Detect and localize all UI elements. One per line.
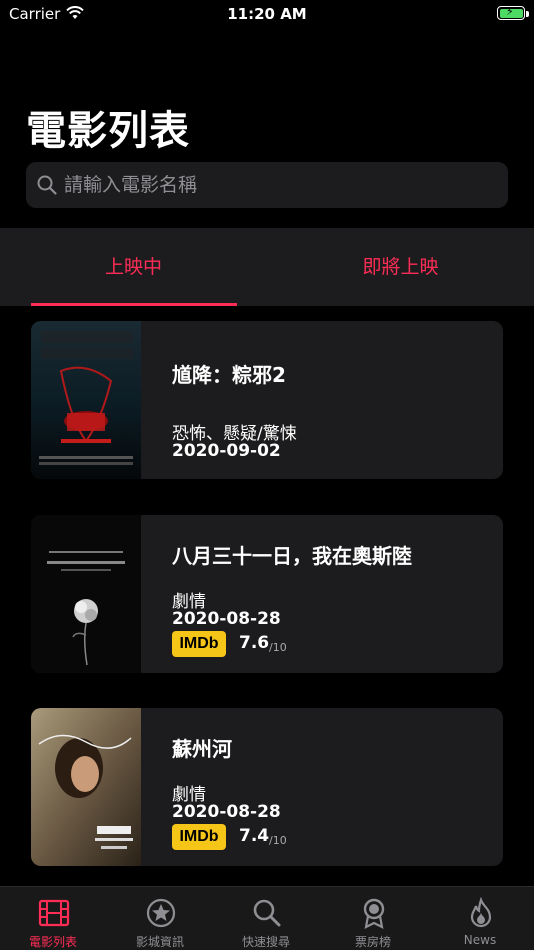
movie-poster <box>31 515 141 673</box>
rating-max: /10 <box>269 834 287 847</box>
page-title: 電影列表 <box>26 108 190 154</box>
battery-nub <box>526 11 529 17</box>
tabbar-label: News <box>463 933 497 947</box>
battery-icon: ⚡ <box>497 5 525 20</box>
bottom-tab-bar: 電影列表 影城資訊 快速搜尋 票房榜 News <box>0 886 534 950</box>
tabbar-label: 影城資訊 <box>135 935 184 949</box>
tabbar-label: 票房榜 <box>354 935 391 949</box>
rating-max: /10 <box>269 641 287 654</box>
search-icon <box>253 899 281 927</box>
movie-title: 蘇州河 <box>172 737 232 761</box>
movie-release-date: 2020-08-28 <box>172 609 281 629</box>
movie-card[interactable]: 馗降：粽邪2 恐怖、懸疑/驚悚 2020-09-02 <box>31 321 503 479</box>
movie-poster <box>31 708 141 866</box>
imdb-rating: 7.6 <box>239 633 270 653</box>
imdb-rating: 7.4 <box>239 826 270 846</box>
clock: 11:20 AM <box>227 5 307 23</box>
tabbar-label: 快速搜尋 <box>241 935 290 949</box>
status-bar: Carrier 11:20 AM ⚡ <box>0 0 534 30</box>
movie-card[interactable]: 蘇州河 劇情 2020-08-28 IMDb 7.4 /10 <box>31 708 503 866</box>
star-circle-icon <box>146 898 176 928</box>
tabbar-item-cinema-info[interactable]: 影城資訊 <box>107 887 213 950</box>
tabbar-item-movie-list[interactable]: 電影列表 <box>0 887 106 950</box>
tabbar-item-news[interactable]: News <box>427 887 533 950</box>
segment-tabs: 上映中 即將上映 <box>0 228 534 306</box>
film-icon <box>38 899 70 927</box>
tabbar-label: 電影列表 <box>28 935 77 949</box>
movie-release-date: 2020-08-28 <box>172 802 281 822</box>
imdb-badge: IMDb <box>172 824 226 850</box>
tab-selected-indicator <box>31 303 237 306</box>
flame-icon <box>470 897 492 928</box>
tab-now-showing[interactable]: 上映中 <box>0 228 267 306</box>
award-icon <box>363 898 385 929</box>
movie-title: 八月三十一日，我在奧斯陸 <box>172 544 412 568</box>
movie-card[interactable]: 八月三十一日，我在奧斯陸 劇情 2020-08-28 IMDb 7.6 /10 <box>31 515 503 673</box>
search-bar[interactable] <box>26 162 508 208</box>
movie-release-date: 2020-09-02 <box>172 441 281 461</box>
imdb-badge: IMDb <box>172 631 226 657</box>
tab-coming-soon[interactable]: 即將上映 <box>267 228 534 306</box>
search-input[interactable] <box>64 162 494 208</box>
movie-title: 馗降：粽邪2 <box>172 363 286 387</box>
movie-poster <box>31 321 141 479</box>
tabbar-item-quick-search[interactable]: 快速搜尋 <box>213 887 319 950</box>
search-icon <box>36 174 58 200</box>
tabbar-item-box-office[interactable]: 票房榜 <box>320 887 426 950</box>
